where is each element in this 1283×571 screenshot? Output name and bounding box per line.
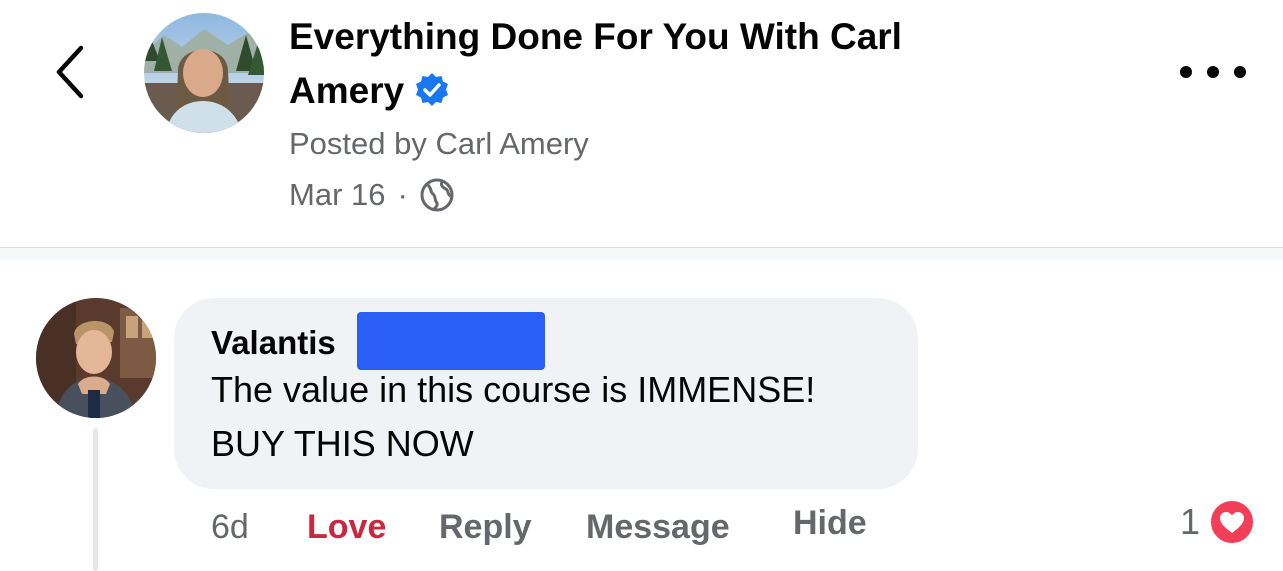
more-options-button[interactable] [1180, 58, 1246, 86]
message-button[interactable]: Message [586, 505, 730, 549]
section-band [0, 248, 1283, 260]
post-date[interactable]: Mar 16 [289, 175, 385, 215]
comment-author[interactable]: Valantis [211, 322, 336, 364]
comment-timestamp[interactable]: 6d [211, 505, 249, 549]
thread-line [93, 428, 98, 571]
globe-icon [420, 178, 454, 212]
meta-separator: · [397, 177, 408, 212]
more-dot [1207, 66, 1219, 78]
more-dot [1234, 66, 1246, 78]
avatar-image [36, 298, 156, 418]
page-title[interactable]: Everything Done For You With Carl Amery [289, 10, 989, 118]
posted-by[interactable]: Posted by Carl Amery [289, 124, 589, 164]
page-title-text: Everything Done For You With Carl Amery [289, 16, 902, 111]
back-button[interactable] [48, 40, 92, 104]
reply-button[interactable]: Reply [439, 505, 532, 549]
comment-text: The value in this course is IMMENSE! BUY… [211, 363, 911, 471]
love-button[interactable]: Love [307, 505, 386, 549]
commenter-avatar[interactable] [36, 298, 156, 418]
avatar-image [144, 13, 264, 133]
reaction-count: 1 [1180, 501, 1201, 542]
comment-text-line: BUY THIS NOW [211, 423, 474, 464]
reaction-summary[interactable]: 1 [1180, 498, 1256, 546]
comment-text-line: The value in this course is IMMENSE! [211, 369, 816, 410]
page-avatar[interactable] [144, 13, 264, 133]
redaction-block [357, 312, 545, 370]
chevron-left-icon [56, 45, 84, 99]
post-meta: Mar 16 · [289, 175, 454, 215]
more-dot [1180, 66, 1192, 78]
heart-icon [1209, 499, 1256, 545]
hide-button[interactable]: Hide [793, 501, 867, 545]
verified-badge-icon [416, 73, 449, 106]
